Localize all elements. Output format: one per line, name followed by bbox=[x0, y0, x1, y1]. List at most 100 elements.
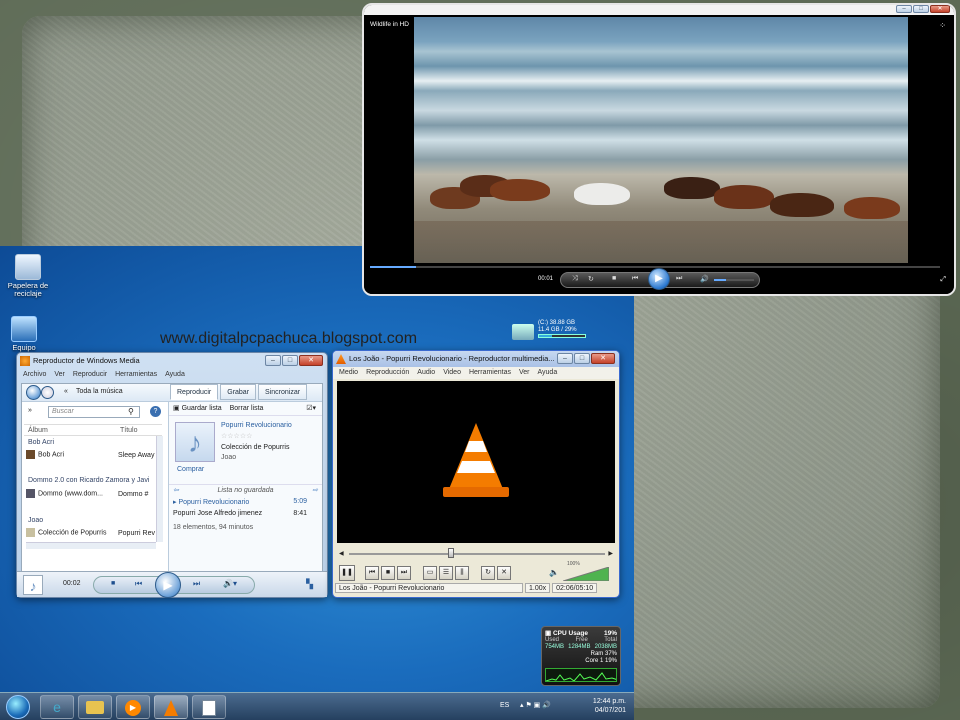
menu-ayuda[interactable]: Ayuda bbox=[165, 369, 185, 381]
forward-button[interactable] bbox=[41, 386, 54, 399]
stop-icon[interactable]: ■ bbox=[111, 580, 115, 587]
wmp-window[interactable]: Reproductor de Windows Media – □ ✕ Archi… bbox=[16, 352, 328, 598]
seek-handle[interactable] bbox=[448, 548, 455, 558]
save-list-button[interactable]: Guardar lista bbox=[182, 405, 222, 412]
menu-ver[interactable]: Ver bbox=[54, 369, 65, 381]
minimize-button[interactable]: – bbox=[557, 353, 573, 364]
vlc-video-area[interactable] bbox=[337, 381, 615, 543]
switch-to-library-icon[interactable]: ⁘ bbox=[939, 21, 946, 30]
list-options-icon[interactable]: ☑▾ bbox=[306, 402, 316, 416]
video-volume-slider[interactable] bbox=[714, 279, 754, 281]
menu-video[interactable]: Video bbox=[443, 367, 461, 379]
minimize-button[interactable]: – bbox=[265, 355, 281, 366]
taskbar-wmp-button[interactable]: ▶ bbox=[116, 695, 150, 719]
fullscreen-icon[interactable]: ⤢ bbox=[940, 276, 946, 284]
clear-list-button[interactable]: Borrar lista bbox=[230, 405, 264, 412]
back-button[interactable] bbox=[26, 385, 41, 400]
list-item[interactable]: Dommo (www.dom... bbox=[26, 489, 103, 498]
breadcrumb[interactable]: Toda la música bbox=[76, 388, 123, 395]
menu-audio[interactable]: Audio bbox=[417, 367, 435, 379]
menu-reproducir[interactable]: Reproducir bbox=[73, 369, 107, 381]
volume-slider[interactable] bbox=[563, 567, 609, 581]
wmp-titlebar[interactable]: Reproductor de Windows Media – □ ✕ bbox=[17, 353, 327, 369]
language-indicator[interactable]: ES bbox=[500, 702, 509, 709]
menu-herramientas[interactable]: Herramientas bbox=[115, 369, 157, 381]
shuffle-icon[interactable]: ⤨ bbox=[572, 275, 578, 283]
close-button[interactable]: ✕ bbox=[930, 5, 950, 13]
playlist-item[interactable]: Popurri Jose Alfredo jimenez 8:41 bbox=[173, 510, 307, 517]
maximize-button[interactable]: □ bbox=[282, 355, 298, 366]
menu-medio[interactable]: Medio bbox=[339, 367, 358, 379]
seek-slider[interactable] bbox=[349, 553, 605, 555]
clock[interactable]: 12:44 p.m. 04/07/201 bbox=[593, 697, 626, 715]
taskbar-document-button[interactable] bbox=[192, 695, 226, 719]
stop-icon[interactable]: ■ bbox=[612, 275, 616, 282]
video-play-button[interactable]: ▶ bbox=[648, 268, 670, 290]
track-title[interactable]: Sleep Away bbox=[118, 452, 154, 459]
menu-archivo[interactable]: Archivo bbox=[23, 369, 46, 381]
tab-sincronizar[interactable]: Sincronizar bbox=[258, 384, 308, 400]
maximize-button[interactable]: □ bbox=[913, 5, 929, 13]
next-icon[interactable]: ⏭ bbox=[193, 579, 200, 589]
close-button[interactable]: ✕ bbox=[591, 353, 615, 364]
computer-desktop-icon[interactable]: Equipo bbox=[0, 316, 50, 352]
volume-icon[interactable]: 🔊▾ bbox=[223, 579, 237, 588]
previous-icon[interactable]: ⏮ bbox=[135, 579, 142, 589]
horizontal-scrollbar[interactable] bbox=[26, 542, 156, 549]
tab-reproducir[interactable]: Reproducir bbox=[170, 384, 219, 400]
rating-stars[interactable]: ☆☆☆☆☆ bbox=[221, 432, 252, 440]
seek-forward-icon[interactable]: ▶ bbox=[608, 550, 613, 557]
volume-icon[interactable]: 🔊 bbox=[700, 275, 709, 283]
organize-chevron-icon[interactable]: » bbox=[28, 407, 32, 414]
previous-button[interactable]: ⏮ bbox=[365, 566, 379, 580]
search-icon[interactable]: ⚲ bbox=[128, 407, 134, 416]
fullscreen-button[interactable]: ▭ bbox=[423, 566, 437, 580]
tray-icons[interactable]: ▴ ⚑ ▣ 🔊 bbox=[520, 701, 551, 709]
recycle-bin-desktop-icon[interactable]: Papelera de reciclaje bbox=[2, 254, 54, 298]
menu-ver[interactable]: Ver bbox=[519, 367, 530, 379]
column-album[interactable]: Álbum bbox=[24, 425, 116, 435]
speaker-icon[interactable]: 🔈 bbox=[549, 568, 559, 577]
next-button[interactable]: ⏭ bbox=[397, 566, 411, 580]
play-button[interactable]: ▶ bbox=[155, 572, 181, 598]
next-list-arrow-icon[interactable]: ⇨ bbox=[312, 485, 318, 497]
status-speed[interactable]: 1.00x bbox=[525, 583, 551, 593]
minimize-button[interactable]: – bbox=[896, 5, 912, 13]
playlist-button[interactable]: ☰ bbox=[439, 566, 453, 580]
vlc-window[interactable]: Los João - Popurri Revolucionario - Repr… bbox=[332, 350, 620, 598]
track-title[interactable]: Popurri Rev bbox=[118, 530, 155, 537]
menu-herramientas[interactable]: Herramientas bbox=[469, 367, 511, 379]
loop-button[interactable]: ↻ bbox=[481, 566, 495, 580]
list-item[interactable]: Bob Acri bbox=[26, 450, 64, 459]
prev-list-arrow-icon[interactable]: ⇦ bbox=[173, 485, 179, 497]
column-title[interactable]: Título bbox=[116, 425, 138, 435]
previous-icon[interactable]: ⏮ bbox=[632, 275, 638, 283]
menu-ayuda[interactable]: Ayuda bbox=[538, 367, 558, 379]
taskbar-ie-button[interactable]: e bbox=[40, 695, 74, 719]
status-time[interactable]: 02:06/05:10 bbox=[552, 583, 598, 593]
vlc-titlebar[interactable]: Los João - Popurri Revolucionario - Repr… bbox=[333, 351, 619, 367]
playlist-item[interactable]: ▸ Popurri Revolucionario 5:09 bbox=[173, 498, 307, 506]
taskbar-explorer-button[interactable] bbox=[78, 695, 112, 719]
next-icon[interactable]: ⏭ bbox=[676, 275, 682, 283]
vertical-scrollbar[interactable] bbox=[156, 436, 163, 542]
pause-button[interactable]: ❚❚ bbox=[339, 565, 355, 581]
start-button[interactable] bbox=[6, 695, 30, 719]
now-playing-title[interactable]: Popurri Revolucionario bbox=[221, 422, 292, 429]
seek-back-icon[interactable]: ◀ bbox=[339, 550, 344, 557]
menu-reproduccion[interactable]: Reproducción bbox=[366, 367, 409, 379]
switch-view-icon[interactable]: ▚ bbox=[306, 579, 313, 590]
video-player-window[interactable]: – □ ✕ Wildlife in HD ⁘ 00:01 ⤨ ↻ ■ ⏮ ▶ ⏭… bbox=[362, 3, 956, 296]
maximize-button[interactable]: □ bbox=[574, 353, 590, 364]
buy-link[interactable]: Comprar bbox=[177, 466, 204, 473]
list-item[interactable]: Colección de Popurris bbox=[26, 528, 106, 537]
stop-button[interactable]: ■ bbox=[381, 566, 395, 580]
help-icon[interactable]: ? bbox=[150, 406, 161, 417]
taskbar-vlc-button[interactable] bbox=[154, 695, 188, 719]
tab-grabar[interactable]: Grabar bbox=[220, 384, 257, 400]
shuffle-button[interactable]: ✕ bbox=[497, 566, 511, 580]
repeat-icon[interactable]: ↻ bbox=[588, 275, 594, 283]
search-input[interactable]: Buscar bbox=[48, 406, 140, 418]
close-button[interactable]: ✕ bbox=[299, 355, 323, 366]
extended-settings-button[interactable]: ⫼ bbox=[455, 566, 469, 580]
